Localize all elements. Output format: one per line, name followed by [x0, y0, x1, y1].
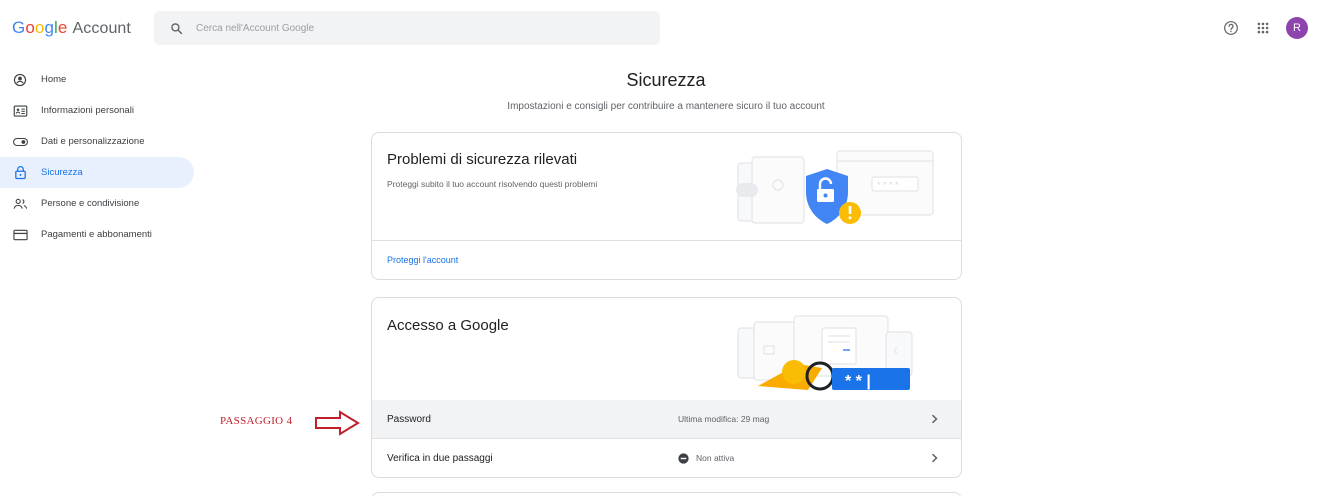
logo-letter: o [34, 18, 45, 37]
search-icon[interactable] [168, 20, 184, 36]
logo-letter: g [44, 18, 55, 37]
credit-card-icon [11, 226, 29, 244]
two-step-verification-row[interactable]: Verifica in due passaggi Non attiva [372, 439, 961, 477]
security-issues-card: Problemi di sicurezza rilevati Proteggi … [371, 132, 962, 280]
sidebar-item-data-personalization[interactable]: Dati e personalizzazione [0, 126, 194, 157]
toggle-icon [11, 133, 29, 151]
signin-title: Accesso a Google [387, 317, 509, 334]
sidebar-item-security[interactable]: Sicurezza [0, 157, 194, 188]
sidebar-item-personal-info[interactable]: Informazioni personali [0, 95, 194, 126]
next-card [371, 492, 962, 496]
sidebar-nav: Home Informazioni personali Dati e perso… [0, 64, 200, 250]
id-card-icon [11, 102, 29, 120]
logo-letter: o [25, 18, 35, 37]
sidebar-item-payments[interactable]: Pagamenti e abbonamenti [0, 219, 194, 250]
password-last-modified: Ultima modifica: 29 mag [678, 414, 770, 424]
sidebar-item-home[interactable]: Home [0, 64, 194, 95]
lock-icon [11, 164, 29, 182]
off-status-icon [678, 452, 689, 464]
logo-letter: G [12, 18, 26, 37]
avatar[interactable]: R [1286, 17, 1308, 39]
sidebar-item-label: Pagamenti e abbonamenti [41, 229, 152, 240]
protect-account-link[interactable]: Proteggi l'account [387, 255, 458, 265]
app-header: Google Account R [0, 0, 1320, 58]
google-account-logo[interactable]: Google Account [12, 18, 131, 38]
sidebar-item-label: Sicurezza [41, 167, 83, 178]
security-issues-title: Problemi di sicurezza rilevati [387, 151, 578, 168]
two-step-status-text: Non attiva [696, 453, 735, 463]
search-input[interactable] [196, 22, 596, 34]
sidebar-item-label: Persone e condivisione [41, 198, 140, 209]
step-annotation: PASSAGGIO 4 [220, 415, 293, 427]
signin-illustration: * * | [722, 306, 922, 398]
home-person-icon [11, 71, 29, 89]
svg-text:* * |: * * | [845, 373, 871, 390]
signin-card: Accesso a Google * * | Password Ultima m… [371, 297, 962, 478]
security-illustration: * * * * [722, 145, 942, 233]
logo-letter: e [57, 18, 68, 37]
svg-text:* * * *: * * * * [877, 180, 899, 190]
sidebar-item-people-sharing[interactable]: Persone e condivisione [0, 188, 194, 219]
two-step-label: Verifica in due passaggi [387, 452, 493, 464]
arrow-right-icon [314, 410, 360, 441]
page-subtitle: Impostazioni e consigli per contribuire … [507, 101, 825, 112]
sidebar-item-label: Home [41, 74, 67, 85]
password-row[interactable]: Password Ultima modifica: 29 mag [372, 400, 961, 438]
two-step-status: Non attiva [678, 452, 735, 464]
password-label: Password [387, 413, 431, 425]
help-icon[interactable] [1220, 17, 1242, 39]
sidebar-item-label: Informazioni personali [41, 105, 134, 116]
security-issues-description: Proteggi subito il tuo account risolvend… [387, 179, 598, 189]
people-icon [11, 195, 29, 213]
chevron-right-icon [929, 414, 939, 424]
chevron-right-icon [929, 453, 939, 463]
logo-account-text: Account [72, 20, 131, 37]
sidebar-item-label: Dati e personalizzazione [41, 136, 145, 147]
search-bar[interactable] [154, 11, 660, 45]
card-divider [372, 240, 961, 241]
page-title: Sicurezza [626, 70, 706, 90]
apps-grid-icon[interactable] [1252, 17, 1274, 39]
